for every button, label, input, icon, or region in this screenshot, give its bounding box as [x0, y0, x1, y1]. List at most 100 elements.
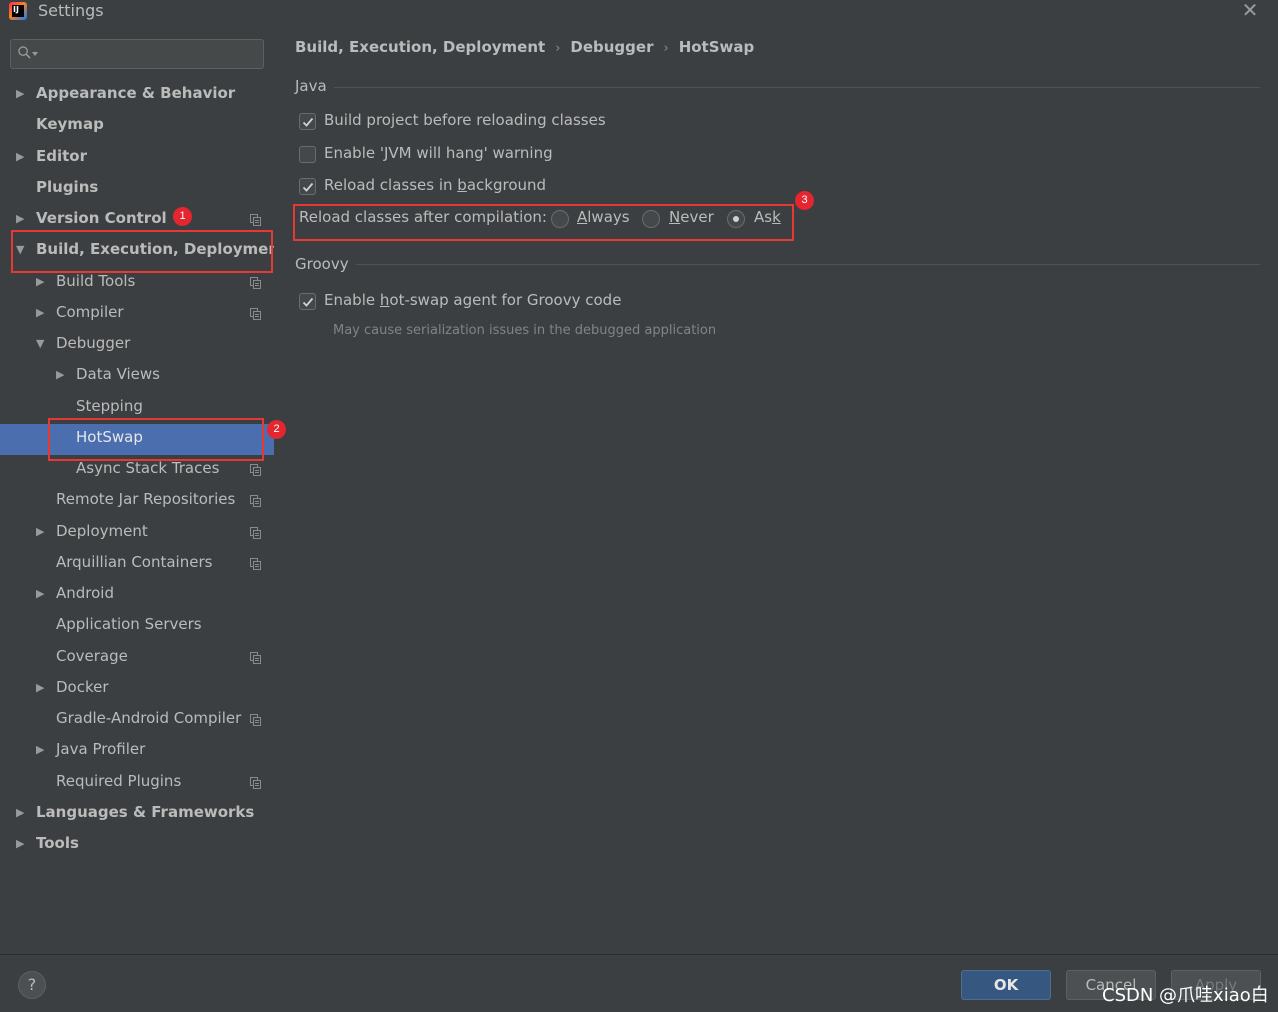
groovy-hotswap-hint: May cause serialization issues in the de… [333, 323, 717, 338]
check-mark-icon [302, 182, 314, 192]
sidebar-item-deployment[interactable]: ▶ Deployment [0, 518, 274, 549]
sidebar-item-label: Gradle-Android Compiler [56, 709, 242, 727]
reload-in-background-label: Reload classes in background [324, 176, 547, 194]
sidebar-item-java-profiler[interactable]: ▶ Java Profiler [0, 736, 274, 767]
sidebar-item-label: Version Control [36, 209, 167, 227]
breadcrumb-item[interactable]: Debugger [570, 38, 653, 56]
sidebar-item-data-views[interactable]: ▶ Data Views [0, 361, 274, 392]
breadcrumb-separator: › [663, 41, 669, 56]
tree-collapsed-arrow-icon[interactable]: ▶ [36, 744, 46, 756]
project-level-icon [250, 714, 261, 726]
jvm-hang-warning-label: Enable 'JVM will hang' warning [324, 144, 553, 162]
sidebar-item-label: Remote Jar Repositories [56, 490, 236, 508]
sidebar-item-coverage[interactable]: Coverage [0, 643, 274, 674]
sidebar-item-keymap[interactable]: Keymap [0, 111, 274, 142]
title-bar: IJ Settings ✕ [0, 0, 1278, 26]
reload-in-background-checkbox[interactable] [299, 178, 316, 195]
sidebar-item-gradle-android-compiler[interactable]: Gradle-Android Compiler [0, 705, 274, 736]
intellij-logo-icon: IJ [9, 2, 27, 20]
groovy-group-divider [356, 264, 1260, 265]
sidebar-item-label: Editor [36, 147, 87, 165]
sidebar-item-compiler[interactable]: ▶ Compiler [0, 299, 274, 330]
sidebar-item-label: Async Stack Traces [76, 459, 220, 477]
window-title: Settings [38, 1, 104, 20]
annotation-badge-1: 1 [173, 207, 192, 226]
groovy-group-title: Groovy [295, 255, 349, 273]
sidebar-item-android[interactable]: ▶ Android [0, 580, 274, 611]
sidebar-item-label: Required Plugins [56, 772, 182, 790]
breadcrumb-item[interactable]: Build, Execution, Deployment [295, 38, 545, 56]
tree-collapsed-arrow-icon[interactable]: ▶ [36, 276, 46, 288]
tree-collapsed-arrow-icon[interactable]: ▶ [16, 838, 26, 850]
groovy-hotswap-checkbox[interactable] [299, 293, 316, 310]
sidebar-item-plugins[interactable]: Plugins [0, 174, 274, 205]
sidebar-item-label: Keymap [36, 115, 104, 133]
ok-button[interactable]: OK [961, 970, 1051, 1000]
sidebar-item-editor[interactable]: ▶ Editor [0, 143, 274, 174]
sidebar-item-tools[interactable]: ▶ Tools [0, 830, 274, 861]
project-level-icon [250, 558, 261, 570]
settings-content-panel: Build, Execution, Deployment › Debugger › Ho… [274, 26, 1278, 954]
tree-collapsed-arrow-icon[interactable]: ▶ [16, 213, 26, 225]
search-box[interactable] [10, 39, 264, 69]
sidebar-item-application-servers[interactable]: Application Servers [0, 611, 274, 642]
tree-collapsed-arrow-icon[interactable]: ▶ [16, 88, 26, 100]
breadcrumb-item-current: HotSwap [678, 38, 755, 56]
project-level-icon [250, 527, 261, 539]
jvm-hang-warning-checkbox[interactable] [299, 146, 316, 163]
annotation-box-reload-options [293, 204, 794, 241]
search-dropdown-chevron-icon[interactable] [32, 52, 38, 56]
tree-collapsed-arrow-icon[interactable]: ▶ [36, 307, 46, 319]
tree-collapsed-arrow-icon[interactable]: ▶ [16, 807, 26, 819]
sidebar-item-languages-frameworks[interactable]: ▶ Languages & Frameworks [0, 799, 274, 830]
sidebar-item-remote-jar-repositories[interactable]: Remote Jar Repositories [0, 486, 274, 517]
sidebar-item-label: Arquillian Containers [56, 553, 213, 571]
tree-collapsed-arrow-icon[interactable]: ▶ [36, 682, 46, 694]
breadcrumb: Build, Execution, Deployment › Debugger › Ho… [295, 38, 754, 56]
close-icon[interactable]: ✕ [1240, 0, 1260, 21]
annotation-box-build-execution [11, 230, 273, 273]
sidebar-item-label: Debugger [56, 334, 131, 352]
sidebar-item-appearance-behavior[interactable]: ▶ Appearance & Behavior [0, 80, 274, 111]
tree-collapsed-arrow-icon[interactable]: ▶ [56, 369, 66, 381]
sidebar-item-label: Java Profiler [56, 740, 146, 758]
build-before-reload-checkbox[interactable] [299, 113, 316, 130]
annotation-badge-2: 2 [267, 420, 286, 439]
sidebar-item-label: Compiler [56, 303, 124, 321]
annotation-badge-3: 3 [795, 191, 814, 210]
tree-expanded-arrow-icon[interactable]: ▼ [36, 338, 46, 350]
search-icon [18, 46, 31, 59]
project-level-icon [250, 777, 261, 789]
project-level-icon [250, 652, 261, 664]
tree-collapsed-arrow-icon[interactable]: ▶ [36, 526, 46, 538]
sidebar-item-arquillian-containers[interactable]: Arquillian Containers [0, 549, 274, 580]
csdn-watermark: CSDN @爪哇xiao白 [1102, 985, 1269, 1006]
project-level-icon [250, 464, 261, 476]
check-mark-icon [302, 117, 314, 127]
sidebar-item-label: Deployment [56, 522, 148, 540]
build-before-reload-label: Build project before reloading classes [324, 111, 606, 129]
project-level-icon [250, 308, 261, 320]
project-level-icon [250, 214, 261, 226]
breadcrumb-separator: › [555, 41, 561, 56]
sidebar-item-label: Plugins [36, 178, 99, 196]
sidebar-item-required-plugins[interactable]: Required Plugins [0, 768, 274, 799]
project-level-icon [250, 495, 261, 507]
search-input[interactable] [43, 44, 253, 64]
groovy-hotswap-label: Enable hot-swap agent for Groovy code [324, 291, 622, 309]
tree-collapsed-arrow-icon[interactable]: ▶ [36, 588, 46, 600]
help-button[interactable]: ? [18, 971, 46, 999]
java-group-title: Java [295, 77, 327, 95]
settings-sidebar: ▶ Appearance & Behavior Keymap ▶ Editor Plugi… [0, 26, 286, 954]
sidebar-item-label: Languages & Frameworks [36, 803, 255, 821]
sidebar-item-docker[interactable]: ▶ Docker [0, 674, 274, 705]
tree-collapsed-arrow-icon[interactable]: ▶ [16, 151, 26, 163]
sidebar-item-label: Coverage [56, 647, 128, 665]
sidebar-item-label: Android [56, 584, 114, 602]
sidebar-item-label: Build Tools [56, 272, 136, 290]
sidebar-item-label: Tools [36, 834, 79, 852]
check-mark-icon [302, 297, 314, 307]
sidebar-item-debugger[interactable]: ▼ Debugger [0, 330, 274, 361]
dialog-footer: ? OK Cancel Apply CSDN @爪哇xiao白 [0, 954, 1278, 1012]
annotation-box-hotswap [48, 418, 264, 461]
